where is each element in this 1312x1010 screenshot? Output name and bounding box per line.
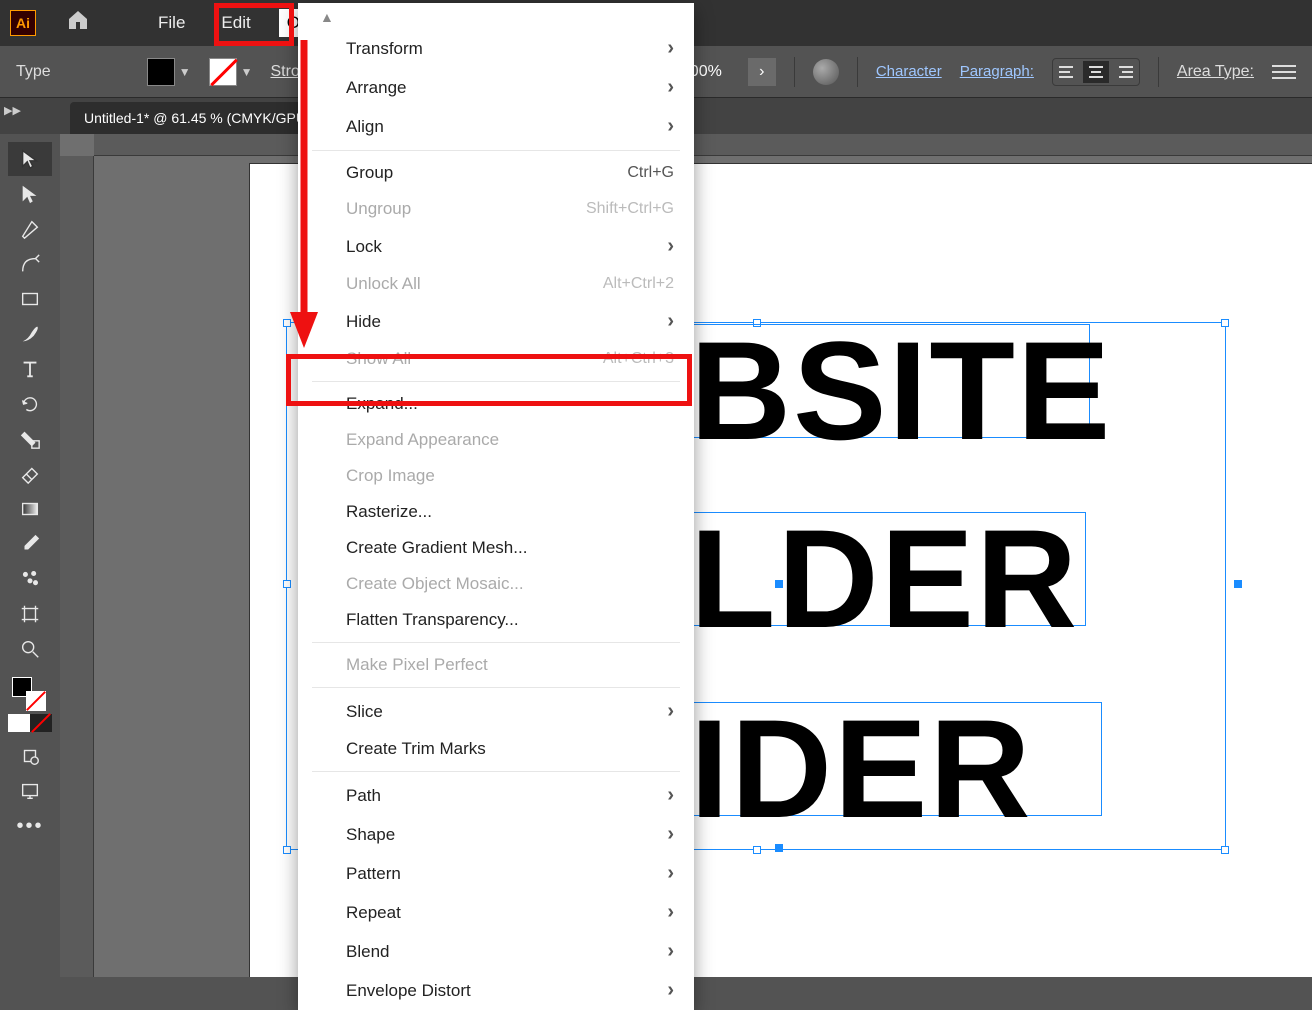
menu-item-group[interactable]: GroupCtrl+G — [298, 155, 694, 191]
zoom-next-button[interactable]: › — [748, 58, 776, 86]
type-tool[interactable] — [8, 352, 52, 386]
sel-handle-tl[interactable] — [283, 319, 291, 327]
menu-item-transform[interactable]: Transform — [298, 29, 694, 68]
menu-item-show-all: Show AllAlt+Ctrl+3 — [298, 341, 694, 377]
align-right-button[interactable] — [1111, 61, 1137, 83]
menu-edit[interactable]: Edit — [213, 9, 258, 37]
object-dropdown-menu: ▲ TransformArrangeAlign GroupCtrl+GUngrou… — [298, 3, 694, 1010]
menu-item-hide[interactable]: Hide — [298, 302, 694, 341]
menu-item-shape[interactable]: Shape — [298, 815, 694, 854]
rotate-tool[interactable] — [8, 387, 52, 421]
menu-item-lock[interactable]: Lock — [298, 227, 694, 266]
ruler-vertical — [60, 156, 94, 977]
fill-swatch[interactable]: ▼ — [147, 58, 191, 86]
area-type-link[interactable]: Area Type: — [1177, 63, 1254, 81]
text-line-3[interactable]: IDER — [690, 688, 1032, 850]
menu-item-expand-appearance: Expand Appearance — [298, 422, 694, 458]
paintbrush-tool[interactable] — [8, 317, 52, 351]
eyedropper-tool[interactable] — [8, 527, 52, 561]
stroke-swatch[interactable]: ▼ — [209, 58, 253, 86]
draw-mode-icon[interactable] — [8, 739, 52, 773]
selection-tool[interactable] — [8, 142, 52, 176]
menu-item-arrange[interactable]: Arrange — [298, 68, 694, 107]
tool-column: ••• — [0, 134, 60, 977]
cb-type-label: Type — [16, 63, 51, 81]
menu-item-unlock-all: Unlock AllAlt+Ctrl+2 — [298, 266, 694, 302]
menu-item-repeat[interactable]: Repeat — [298, 893, 694, 932]
expand-panels-chevron[interactable]: ▶▶ — [4, 104, 21, 117]
eraser-tool[interactable] — [8, 457, 52, 491]
menu-item-expand-[interactable]: Expand... — [298, 386, 694, 422]
zoom-tool[interactable] — [8, 632, 52, 666]
fill-stroke-swatch[interactable] — [8, 673, 52, 713]
menu-item-slice[interactable]: Slice — [298, 692, 694, 731]
sel-handle-mr[interactable] — [1234, 580, 1242, 588]
text-line-2[interactable]: LDER — [690, 498, 1079, 660]
controlbar-menu-icon[interactable] — [1272, 65, 1296, 79]
ruler-horizontal — [94, 134, 1312, 156]
sel-handle-br[interactable] — [1221, 846, 1229, 854]
edit-toolbar-button[interactable]: ••• — [8, 809, 52, 843]
dropdown-scroll-up-icon[interactable]: ▲ — [320, 9, 334, 25]
home-icon[interactable] — [66, 8, 90, 38]
menu-item-rasterize-[interactable]: Rasterize... — [298, 494, 694, 530]
menu-item-create-object-mosaic-: Create Object Mosaic... — [298, 566, 694, 602]
document-tab[interactable]: Untitled-1* @ 61.45 % (CMYK/GPU Preview) — [70, 102, 320, 134]
pen-tool[interactable] — [8, 212, 52, 246]
3d-globe-icon[interactable] — [813, 59, 839, 85]
menu-item-pattern[interactable]: Pattern — [298, 854, 694, 893]
sel-handle-bl[interactable] — [283, 846, 291, 854]
align-center-button[interactable] — [1083, 61, 1109, 83]
shape-builder-tool[interactable] — [8, 422, 52, 456]
paragraph-link[interactable]: Paragraph: — [960, 63, 1034, 80]
screen-mode-icon[interactable] — [8, 774, 52, 808]
app-logo: Ai — [10, 10, 36, 36]
text-line-1[interactable]: BSITE — [690, 310, 1112, 472]
direct-selection-tool[interactable] — [8, 177, 52, 211]
rectangle-tool[interactable] — [8, 282, 52, 316]
align-left-button[interactable] — [1055, 61, 1081, 83]
menu-item-ungroup: UngroupShift+Ctrl+G — [298, 191, 694, 227]
paragraph-align-group — [1052, 58, 1140, 86]
menu-item-create-trim-marks[interactable]: Create Trim Marks — [298, 731, 694, 767]
menu-item-blend[interactable]: Blend — [298, 932, 694, 971]
character-link[interactable]: Character — [876, 63, 942, 80]
menu-item-create-gradient-mesh-[interactable]: Create Gradient Mesh... — [298, 530, 694, 566]
curvature-tool[interactable] — [8, 247, 52, 281]
symbol-sprayer-tool[interactable] — [8, 562, 52, 596]
sel-handle-ml[interactable] — [283, 580, 291, 588]
artboard-tool[interactable] — [8, 597, 52, 631]
menu-item-flatten-transparency-[interactable]: Flatten Transparency... — [298, 602, 694, 638]
menu-item-crop-image: Crop Image — [298, 458, 694, 494]
menu-item-align[interactable]: Align — [298, 107, 694, 146]
menu-item-path[interactable]: Path — [298, 776, 694, 815]
gradient-tool[interactable] — [8, 492, 52, 526]
menu-file[interactable]: File — [150, 9, 193, 37]
sel-handle-tr[interactable] — [1221, 319, 1229, 327]
default-fill-stroke[interactable] — [8, 714, 52, 738]
menu-item-make-pixel-perfect: Make Pixel Perfect — [298, 647, 694, 683]
